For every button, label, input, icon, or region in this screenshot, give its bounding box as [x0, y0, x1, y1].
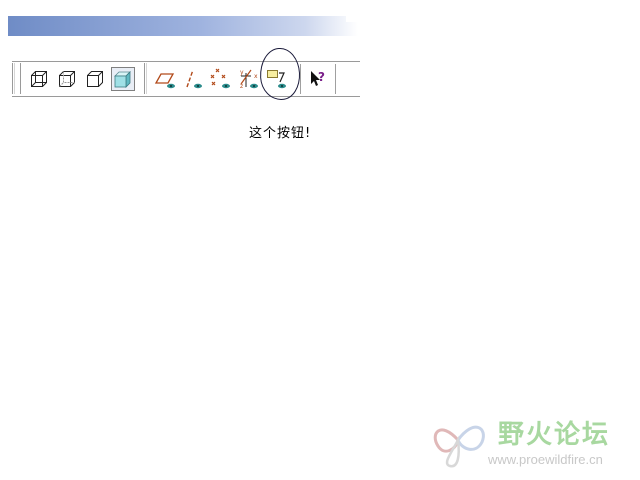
- datum-points-display-icon: [210, 68, 230, 89]
- title-bar-notch: [346, 16, 358, 22]
- toolbar-grip-left-2[interactable]: [20, 63, 21, 94]
- toolbar-grip-left[interactable]: [12, 63, 13, 94]
- coordinate-systems-display-icon: y z x: [240, 69, 258, 90]
- coordinate-systems-button[interactable]: y z x: [237, 67, 261, 91]
- display-toolbar: y z x ?: [8, 61, 360, 97]
- shaded-button[interactable]: [111, 67, 135, 91]
- window-title-bar: [8, 16, 358, 36]
- watermark-url: www.proewildfire.cn: [488, 452, 603, 467]
- hidden-line-button[interactable]: [55, 67, 79, 91]
- toolbar-top-border: [12, 61, 360, 62]
- toolbar-bottom-border: [12, 96, 360, 97]
- no-hidden-display-icon: [87, 71, 103, 87]
- toolbar-grip-middle[interactable]: [144, 63, 145, 94]
- toolbar-grip-left-highlight: [14, 63, 15, 94]
- wireframe-button[interactable]: [27, 67, 51, 91]
- toolbar-separator: [300, 64, 301, 94]
- context-help-icon: ?: [311, 70, 325, 86]
- datum-planes-display-icon: [154, 73, 175, 89]
- shaded-display-icon: [114, 71, 131, 88]
- hidden-line-display-icon: [59, 71, 75, 87]
- context-help-button[interactable]: ?: [307, 67, 331, 91]
- caption-text: 这个按钮!: [249, 126, 312, 141]
- datum-axes-button[interactable]: [181, 67, 205, 91]
- toolbar-grip-middle-highlight: [146, 63, 147, 94]
- datum-axes-display-icon: [186, 69, 202, 89]
- svg-text:x: x: [254, 73, 258, 80]
- datum-planes-button[interactable]: [153, 67, 177, 91]
- svg-text:y: y: [240, 69, 244, 76]
- no-hidden-button[interactable]: [83, 67, 107, 91]
- watermark-logo-icon: [433, 425, 485, 468]
- wireframe-display-icon: [31, 71, 47, 87]
- watermark-title: 野火论坛: [498, 420, 611, 450]
- svg-text:?: ?: [318, 70, 325, 84]
- toolbar-end-separator: [335, 64, 336, 94]
- datum-points-button[interactable]: [209, 67, 233, 91]
